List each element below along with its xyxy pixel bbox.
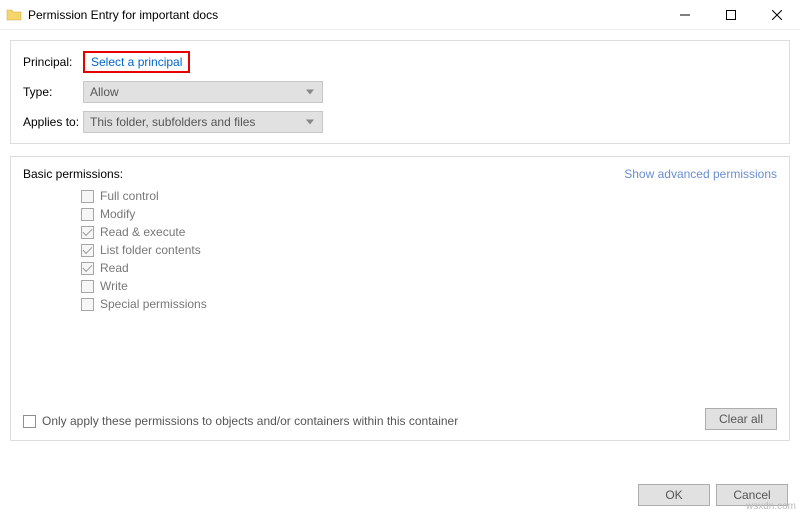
folder-icon xyxy=(6,7,22,23)
permissions-header: Basic permissions: Show advanced permiss… xyxy=(23,167,777,181)
permission-label: Full control xyxy=(100,189,159,203)
applies-to-combo[interactable]: This folder, subfolders and files xyxy=(83,111,323,133)
permission-item: Read & execute xyxy=(81,223,777,241)
permissions-panel: Basic permissions: Show advanced permiss… xyxy=(10,156,790,441)
cancel-button[interactable]: Cancel xyxy=(716,484,788,506)
principal-row: Principal: Select a principal xyxy=(23,51,777,73)
type-label: Type: xyxy=(23,85,83,99)
content-area: Principal: Select a principal Type: Allo… xyxy=(0,30,800,441)
title-bar: Permission Entry for important docs xyxy=(0,0,800,30)
permission-checkbox[interactable] xyxy=(81,208,94,221)
permission-item: Write xyxy=(81,277,777,295)
permission-checkbox[interactable] xyxy=(81,298,94,311)
applies-to-value: This folder, subfolders and files xyxy=(90,115,255,129)
close-button[interactable] xyxy=(754,0,800,29)
permission-label: List folder contents xyxy=(100,243,201,257)
basic-permissions-label: Basic permissions: xyxy=(23,167,123,181)
principal-label: Principal: xyxy=(23,55,83,69)
permission-checkbox[interactable] xyxy=(81,262,94,275)
window-buttons xyxy=(662,0,800,29)
principal-panel: Principal: Select a principal Type: Allo… xyxy=(10,40,790,144)
permission-item: List folder contents xyxy=(81,241,777,259)
permission-item: Read xyxy=(81,259,777,277)
permission-label: Read xyxy=(100,261,129,275)
permission-label: Modify xyxy=(100,207,135,221)
minimize-button[interactable] xyxy=(662,0,708,29)
permissions-list: Full control Modify Read & execute List fol… xyxy=(81,187,777,313)
applies-to-label: Applies to: xyxy=(23,115,83,129)
permission-item: Modify xyxy=(81,205,777,223)
ok-button[interactable]: OK xyxy=(638,484,710,506)
permission-label: Special permissions xyxy=(100,297,207,311)
only-apply-checkbox[interactable] xyxy=(23,415,36,428)
permission-item: Full control xyxy=(81,187,777,205)
window-title: Permission Entry for important docs xyxy=(28,8,662,22)
clear-all-container: Clear all xyxy=(705,408,777,430)
permission-checkbox[interactable] xyxy=(81,244,94,257)
only-apply-label: Only apply these permissions to objects … xyxy=(42,414,458,428)
permission-checkbox[interactable] xyxy=(81,280,94,293)
only-apply-row: Only apply these permissions to objects … xyxy=(23,414,458,428)
permission-checkbox[interactable] xyxy=(81,226,94,239)
dialog-footer: OK Cancel xyxy=(638,484,788,506)
clear-all-button[interactable]: Clear all xyxy=(705,408,777,430)
permission-checkbox[interactable] xyxy=(81,190,94,203)
type-combo[interactable]: Allow xyxy=(83,81,323,103)
permission-item: Special permissions xyxy=(81,295,777,313)
applies-to-row: Applies to: This folder, subfolders and … xyxy=(23,111,777,133)
show-advanced-permissions-link[interactable]: Show advanced permissions xyxy=(624,167,777,181)
maximize-button[interactable] xyxy=(708,0,754,29)
permission-label: Read & execute xyxy=(100,225,185,239)
type-row: Type: Allow xyxy=(23,81,777,103)
type-value: Allow xyxy=(90,85,119,99)
select-principal-link[interactable]: Select a principal xyxy=(83,51,190,73)
permission-label: Write xyxy=(100,279,128,293)
